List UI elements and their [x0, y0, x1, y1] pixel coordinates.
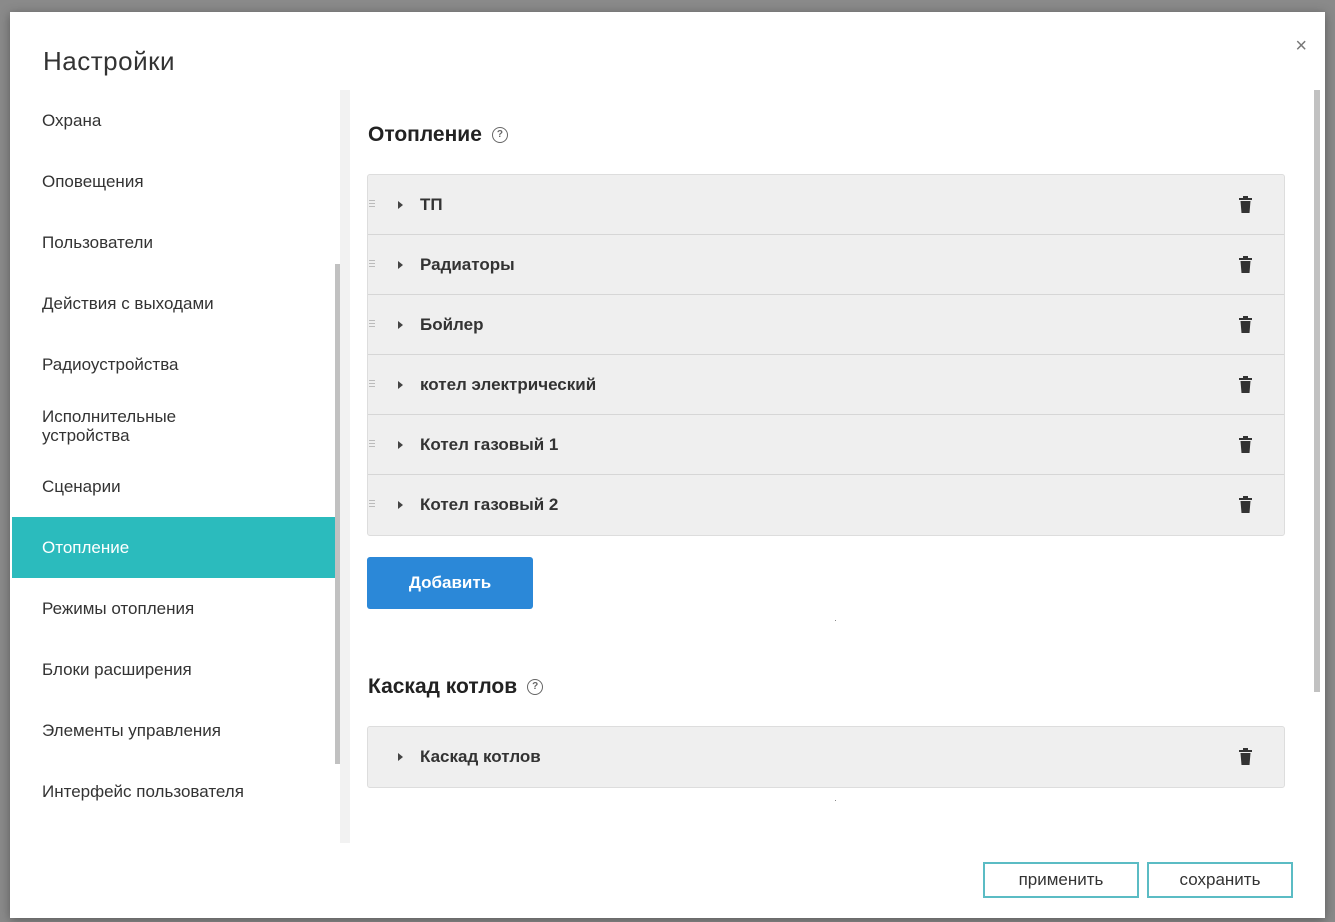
trash-icon[interactable] [1239, 496, 1252, 513]
add-circuit-button[interactable]: Добавить [367, 557, 533, 609]
drag-handle-icon[interactable] [369, 320, 375, 329]
divider-dot [835, 800, 836, 801]
help-icon[interactable]: ? [491, 127, 508, 143]
sidebar-item-user-interface[interactable]: Интерфейс пользователя [12, 761, 340, 822]
trash-icon[interactable] [1239, 196, 1252, 213]
sidebar-item-expansion-blocks[interactable]: Блоки расширения [12, 639, 340, 700]
row-label: Каскад котлов [420, 747, 541, 766]
expand-caret-icon[interactable] [398, 440, 403, 449]
heating-circuits-list: ТП Радиаторы Бойлер котел электрический [367, 174, 1285, 536]
list-item[interactable]: котел электрический [368, 355, 1284, 415]
heating-section-title: Отопление ? [368, 123, 508, 147]
close-icon[interactable]: × [1295, 36, 1307, 56]
content-scrollbar[interactable] [1314, 90, 1320, 692]
boiler-cascade-list: Каскад котлов [367, 726, 1285, 788]
trash-icon[interactable] [1239, 436, 1252, 453]
sidebar-item-notifications[interactable]: Оповещения [12, 151, 340, 212]
help-icon[interactable]: ? [527, 679, 544, 695]
row-label: Котел газовый 2 [420, 495, 559, 514]
drag-handle-icon[interactable] [369, 500, 375, 509]
list-item[interactable]: Каскад котлов [368, 727, 1284, 787]
expand-caret-icon[interactable] [398, 260, 403, 269]
heating-section-title-text: Отопление [368, 123, 482, 146]
save-button[interactable]: сохранить [1147, 862, 1293, 898]
drag-handle-icon[interactable] [369, 260, 375, 269]
sidebar-scrollbar-track[interactable] [340, 90, 350, 843]
expand-caret-icon[interactable] [398, 380, 403, 389]
divider-dot [835, 620, 836, 621]
cascade-section-title: Каскад котлов ? [368, 675, 544, 699]
sidebar-item-security[interactable]: Охрана [12, 90, 340, 151]
modal-title: Настройки [43, 46, 175, 76]
cascade-section-title-text: Каскад котлов [368, 675, 518, 698]
heating-settings-panel: Отопление ? ТП Радиаторы Бойлер котел эл… [350, 90, 1310, 843]
row-label: Котел газовый 1 [420, 434, 559, 454]
drag-handle-icon[interactable] [369, 200, 375, 209]
row-label: Бойлер [420, 314, 484, 334]
sidebar-item-scenarios[interactable]: Сценарии [12, 456, 340, 517]
list-item[interactable]: Котел газовый 1 [368, 415, 1284, 475]
trash-icon[interactable] [1239, 376, 1252, 393]
row-label: котел электрический [420, 374, 597, 394]
trash-icon[interactable] [1239, 316, 1252, 333]
drag-handle-icon[interactable] [369, 380, 375, 389]
trash-icon[interactable] [1239, 256, 1252, 273]
row-label: ТП [420, 194, 443, 214]
sidebar-item-actuators[interactable]: Исполнительные устройства [12, 395, 252, 456]
sidebar-item-output-actions[interactable]: Действия с выходами [12, 273, 340, 334]
sidebar-item-controls[interactable]: Элементы управления [12, 700, 340, 761]
sidebar-item-users[interactable]: Пользователи [12, 212, 340, 273]
expand-caret-icon[interactable] [398, 501, 403, 509]
expand-caret-icon[interactable] [398, 320, 403, 329]
row-label: Радиаторы [420, 254, 515, 274]
list-item[interactable]: Котел газовый 2 [368, 475, 1284, 535]
drag-handle-icon[interactable] [369, 440, 375, 449]
apply-button[interactable]: применить [983, 862, 1139, 898]
settings-modal: Настройки × Охрана Оповещения Пользовате… [10, 12, 1325, 918]
list-item[interactable]: ТП [368, 175, 1284, 235]
list-item[interactable]: Радиаторы [368, 235, 1284, 295]
sidebar-item-radio-devices[interactable]: Радиоустройства [12, 334, 340, 395]
sidebar-item-heating-modes[interactable]: Режимы отопления [12, 578, 340, 639]
list-item[interactable]: Бойлер [368, 295, 1284, 355]
expand-caret-icon[interactable] [398, 753, 403, 761]
trash-icon[interactable] [1239, 748, 1252, 765]
expand-caret-icon[interactable] [398, 200, 403, 209]
settings-sidebar: Охрана Оповещения Пользователи Действия … [12, 90, 341, 843]
sidebar-scrollbar-thumb[interactable] [335, 264, 340, 764]
sidebar-item-heating[interactable]: Отопление [12, 517, 340, 578]
